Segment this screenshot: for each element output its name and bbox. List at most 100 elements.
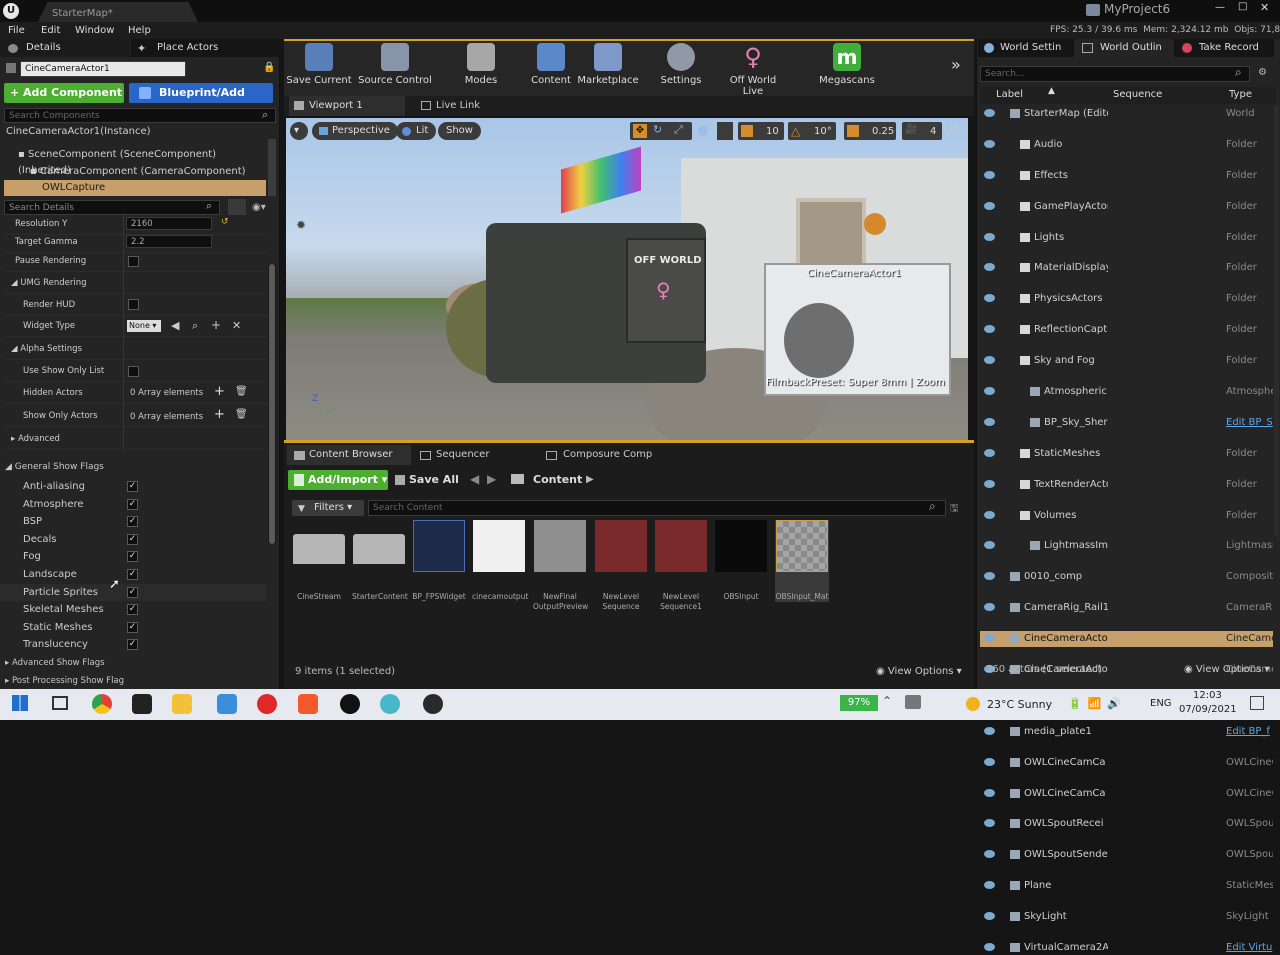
history-forward-icon[interactable]: ▶ [487, 472, 496, 486]
details-scrollbar[interactable] [269, 264, 275, 544]
visibility-eye-icon[interactable] [984, 263, 995, 272]
section-umg-rendering[interactable]: ◢ UMG Rendering [4, 272, 266, 294]
app-icon-nts[interactable] [132, 694, 152, 714]
tab-place-actors[interactable]: Place Actors [131, 39, 280, 57]
save-search-icon[interactable]: 🖫 [950, 501, 959, 518]
actor-name-input[interactable]: CineCameraActor1 [20, 61, 186, 77]
tray-icons[interactable]: 🔋📶🔊 [1068, 697, 1127, 710]
tab-details[interactable]: Details [0, 39, 130, 57]
widget-type-select[interactable]: None ▾ [127, 320, 161, 332]
notifications-icon[interactable] [1250, 696, 1264, 710]
flag-checkbox[interactable]: ✓ [127, 481, 138, 492]
outliner-row[interactable]: PhysicsActors Folder [980, 291, 1273, 306]
outliner-row[interactable]: LightmassImp Lightmass [980, 538, 1273, 553]
show-button[interactable]: Show [438, 122, 481, 140]
marketplace-button[interactable]: Marketplace [573, 43, 643, 86]
tab-composure[interactable]: Composure Comp [541, 445, 681, 465]
reset-icon[interactable]: ↺ [221, 217, 229, 227]
outliner-row[interactable]: CameraRig_Rail1 CameraRic [980, 600, 1273, 615]
outliner-row[interactable]: GamePlayActors Folder [980, 199, 1273, 214]
chrome-icon[interactable] [92, 694, 112, 714]
off-world-live-button[interactable]: ♀ Off World Live [718, 43, 788, 97]
menu-window[interactable]: Window [75, 25, 114, 36]
lock-icon[interactable]: 🔒 [263, 62, 275, 73]
visibility-eye-icon[interactable] [984, 572, 995, 581]
source-control-button[interactable]: Source Control [357, 43, 433, 86]
toolbar-overflow-icon[interactable]: » [951, 55, 961, 74]
section-advanced-show-flags[interactable]: ▸ Advanced Show Flags [0, 655, 266, 671]
level-tab[interactable]: StarterMap* [38, 2, 198, 22]
outliner-row[interactable]: MaterialDisplays Folder [980, 260, 1273, 275]
col-sequence[interactable]: Sequence [1113, 89, 1162, 100]
show-only-actors-delete-icon[interactable]: 🗑 [235, 409, 248, 420]
tab-sequencer[interactable]: Sequencer [414, 445, 538, 465]
flag-checkbox[interactable]: ✓ [127, 551, 138, 563]
surface-snap-icon[interactable] [717, 122, 733, 140]
outliner-row-type[interactable]: Edit BP_f [1226, 724, 1273, 739]
visibility-eye-icon[interactable] [984, 201, 995, 210]
app-icon-red[interactable] [257, 694, 277, 714]
task-view-icon[interactable] [52, 696, 68, 710]
outliner-row[interactable]: CineCameraActo CineCame [980, 631, 1273, 647]
outliner-row[interactable]: ReflectionCaptu Folder [980, 322, 1273, 337]
asset-tile[interactable]: StarterContent [352, 520, 408, 602]
show-only-actors-add-icon[interactable]: + [214, 407, 225, 422]
visibility-eye-icon[interactable] [984, 541, 995, 550]
tree-row-owlcapture[interactable]: OWLCapture [4, 180, 266, 196]
outliner-row[interactable]: OWLSpoutSende OWLSpout [980, 847, 1273, 862]
asset-tile[interactable]: NewLevel Sequence1 [654, 520, 708, 612]
outliner-row[interactable]: BP_Sky_Shere Edit BP_S [980, 415, 1273, 430]
resolution-y-input[interactable]: 2160 [126, 217, 212, 230]
visibility-eye-icon[interactable] [984, 510, 995, 519]
asset-tile[interactable]: cinecamoutput [472, 520, 528, 602]
visibility-eye-icon[interactable] [984, 170, 995, 179]
arrow-left-icon[interactable]: ◀ [171, 319, 179, 332]
visibility-eye-icon[interactable] [984, 850, 995, 859]
close-button[interactable]: ✕ [1260, 1, 1269, 14]
outliner-row[interactable]: OWLCineCamCa OWLCineC [980, 786, 1273, 801]
weather-text[interactable]: 23°C Sunny [987, 698, 1052, 711]
outliner-row[interactable]: Plane StaticMesl [980, 878, 1273, 893]
flag-checkbox[interactable]: ✓ [127, 498, 138, 510]
outliner-settings-icon[interactable]: ⚙ [1258, 67, 1267, 78]
outliner-view-options-button[interactable]: ◉ View Options ▾ [1184, 664, 1270, 675]
outliner-scrollbar[interactable] [1274, 106, 1279, 536]
visibility-eye-icon[interactable] [984, 325, 995, 334]
tree-row-instance[interactable]: CineCameraActor1(Instance) [2, 124, 272, 140]
tab-viewport-1[interactable]: Viewport 1 [289, 96, 405, 116]
unreal-taskbar-icon[interactable] [340, 694, 360, 714]
clock-time[interactable]: 12:03 [1193, 690, 1222, 701]
level-viewport[interactable]: OFF WORLD ♀ CineCameraActor1 FilmbackPre… [286, 118, 968, 440]
app-icon-teal[interactable] [380, 694, 400, 714]
rotate-tool-icon[interactable]: ↻ [653, 123, 662, 136]
visibility-eye-icon[interactable] [984, 788, 995, 797]
app-icon-blue[interactable] [217, 694, 237, 714]
asset-tile[interactable]: OBSInput [714, 520, 768, 602]
render-hud-checkbox[interactable] [128, 299, 139, 310]
browse-icon[interactable]: ⌕ [192, 319, 198, 333]
outliner-row[interactable]: SkyLight SkyLight [980, 909, 1273, 924]
visibility-eye-icon[interactable] [984, 232, 995, 241]
settings-button[interactable]: Settings [646, 43, 716, 86]
translate-tool-icon[interactable]: ✥ [633, 124, 647, 138]
obs-icon[interactable] [423, 694, 443, 714]
visibility-eye-icon[interactable] [984, 726, 995, 735]
section-advanced[interactable]: ▸ Advanced [4, 428, 266, 450]
section-general-show-flags[interactable]: ◢ General Show Flags [0, 459, 266, 475]
hidden-actors-delete-icon[interactable]: 🗑 [235, 386, 248, 397]
history-back-icon[interactable]: ◀ [470, 472, 479, 486]
visibility-eye-icon[interactable] [984, 356, 995, 365]
menu-help[interactable]: Help [128, 25, 151, 36]
visibility-eye-icon[interactable] [984, 757, 995, 766]
clear-icon[interactable]: ✕ [232, 319, 241, 332]
use-show-only-list-checkbox[interactable] [128, 366, 139, 377]
outliner-row[interactable]: media_plate1 Edit BP_f [980, 724, 1273, 739]
tree-row-camera-component[interactable]: ▪ CameraComponent (CameraComponent) (Inh… [26, 164, 266, 180]
section-post-processing-show-flags[interactable]: ▸ Post Processing Show Flag [0, 674, 266, 689]
col-type[interactable]: Type [1229, 89, 1252, 100]
visibility-eye-icon[interactable] [984, 819, 995, 828]
add-icon[interactable]: + [211, 318, 221, 332]
flag-checkbox[interactable]: ✓ [127, 533, 138, 545]
visibility-eye-icon[interactable] [984, 912, 995, 921]
outliner-row[interactable]: OWLCineCamCa OWLCineC [980, 755, 1273, 770]
